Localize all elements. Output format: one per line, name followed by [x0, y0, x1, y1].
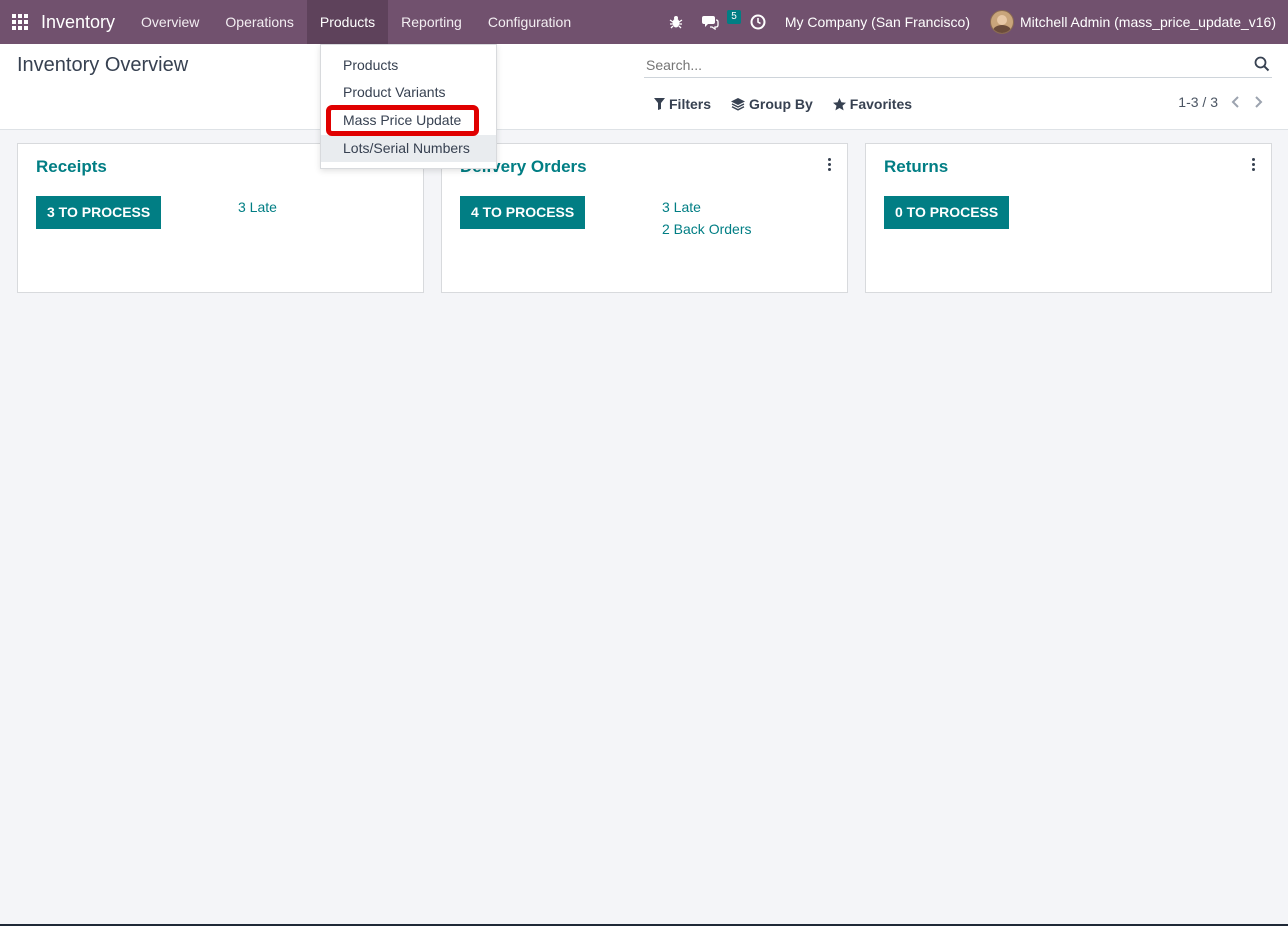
- favorites-button[interactable]: Favorites: [832, 96, 913, 112]
- menu-products[interactable]: Products: [306, 0, 389, 44]
- to-process-button[interactable]: 3 TO PROCESS: [36, 196, 162, 229]
- late-link[interactable]: 3 Late: [238, 199, 277, 215]
- layers-icon: [731, 97, 746, 111]
- late-link[interactable]: 3 Late: [662, 199, 751, 215]
- star-icon: [832, 97, 846, 110]
- filters-button[interactable]: Filters: [654, 96, 711, 112]
- kanban-view: Receipts 3 TO PROCESS 3 Late Delivery Or…: [17, 143, 1272, 293]
- app-brand[interactable]: Inventory: [40, 12, 128, 33]
- group-by-button[interactable]: Group By: [731, 96, 813, 112]
- activity-clock-icon[interactable]: [741, 0, 775, 44]
- dropdown-item-mass-price-update[interactable]: Mass Price Update: [321, 107, 496, 134]
- search-input[interactable]: [644, 56, 1254, 73]
- apps-menu-icon[interactable]: [0, 0, 40, 44]
- favorites-label: Favorites: [849, 96, 913, 112]
- dropdown-item-product-variants[interactable]: Product Variants: [321, 79, 496, 106]
- search-icon[interactable]: [1254, 56, 1272, 74]
- products-dropdown-menu: Products Product Variants Mass Price Upd…: [320, 44, 497, 169]
- filters-label: Filters: [669, 96, 712, 112]
- messages-count-badge: 5: [727, 10, 741, 24]
- user-name: Mitchell Admin (mass_price_update_v16): [1019, 14, 1276, 30]
- back-orders-link[interactable]: 2 Back Orders: [662, 221, 751, 237]
- menu-overview[interactable]: Overview: [128, 0, 212, 44]
- page-title[interactable]: Inventory Overview: [17, 54, 188, 77]
- card-title[interactable]: Receipts: [36, 157, 107, 177]
- card-menu-kebab-icon[interactable]: [1249, 158, 1257, 172]
- debug-bug-icon[interactable]: [660, 0, 692, 44]
- kanban-card-delivery-orders: Delivery Orders 4 TO PROCESS 3 Late 2 Ba…: [441, 143, 848, 293]
- group-by-label: Group By: [749, 96, 813, 112]
- messages-chat-icon[interactable]: 5: [692, 0, 741, 44]
- filter-funnel-icon: [654, 98, 665, 110]
- systray: 5 My Company (San Francisco) Mitchell Ad…: [660, 0, 1288, 44]
- kanban-card-returns: Returns 0 TO PROCESS: [865, 143, 1272, 293]
- pager-previous-chevron-left-icon[interactable]: [1228, 95, 1242, 109]
- card-links: 3 Late: [238, 199, 277, 215]
- company-switcher[interactable]: My Company (San Francisco): [775, 14, 982, 30]
- dropdown-item-products[interactable]: Products: [321, 52, 496, 79]
- to-process-button[interactable]: 4 TO PROCESS: [460, 196, 586, 229]
- user-menu[interactable]: Mitchell Admin (mass_price_update_v16): [982, 10, 1276, 34]
- control-panel: Inventory Overview Filters Group By: [0, 44, 1288, 130]
- search-options: Filters Group By Favorites: [654, 96, 912, 112]
- card-title[interactable]: Returns: [884, 157, 948, 177]
- card-links: 3 Late 2 Back Orders: [662, 199, 751, 237]
- user-avatar: [989, 10, 1014, 34]
- pager-value[interactable]: 1-3 / 3: [1178, 94, 1218, 110]
- card-menu-kebab-icon[interactable]: [825, 158, 833, 172]
- to-process-button[interactable]: 0 TO PROCESS: [884, 196, 1010, 229]
- menu-operations[interactable]: Operations: [212, 0, 306, 44]
- main-menu: Overview Operations Products Reporting C…: [128, 0, 584, 44]
- pager-next-chevron-right-icon[interactable]: [1252, 95, 1266, 109]
- dropdown-item-lots-serial-numbers[interactable]: Lots/Serial Numbers: [321, 135, 496, 162]
- top-navbar: Inventory Overview Operations Products R…: [0, 0, 1288, 44]
- pager: 1-3 / 3: [1178, 94, 1266, 110]
- search-bar: [644, 52, 1272, 78]
- menu-configuration[interactable]: Configuration: [475, 0, 584, 44]
- menu-reporting[interactable]: Reporting: [388, 0, 475, 44]
